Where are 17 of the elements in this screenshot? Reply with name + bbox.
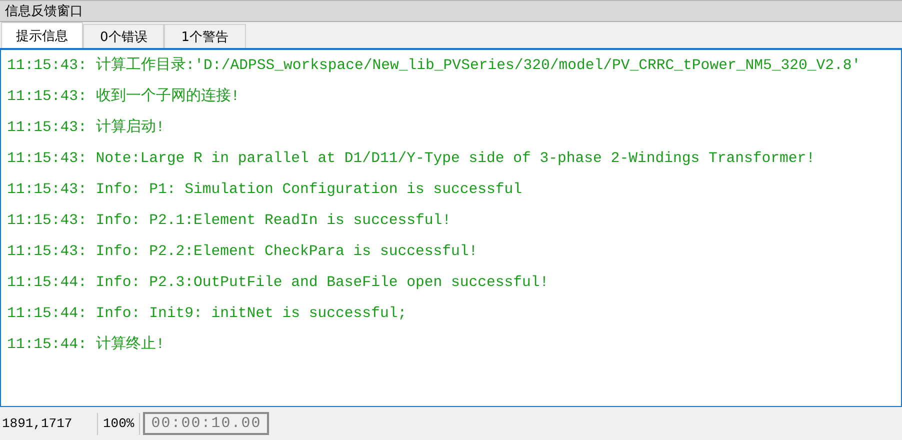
log-line: 11:15:44: Info: P2.3:OutPutFile and BaseFile open successful! [7, 274, 549, 293]
zoom-text: 100% [98, 412, 140, 434]
tab[interactable]: 0个错误 [83, 24, 164, 48]
timer-display: 00:00:10.00 [143, 412, 270, 435]
log-line: 11:15:43: 计算工作目录:'D:/ADPSS_workspace/New_lib_PVSeries/320/model/PV_CRRC_tPower_NM5_320_V2.8' [7, 56, 861, 76]
tab[interactable]: 提示信息 [1, 22, 83, 48]
log-line: 11:15:43: Info: P1: Simulation Configuration is successful [7, 181, 522, 200]
log-line: 11:15:44: Info: Init9: initNet is successful; [7, 305, 407, 324]
coordinates-text: 1891,1717 [0, 412, 98, 434]
window-title: 信息反馈窗口 [5, 3, 83, 20]
log-line: 11:15:43: Note:Large R in parallel at D1/D11/Y-Type side of 3-phase 2-Windings Transformer! [7, 150, 816, 169]
tab[interactable]: 1个警告 [164, 24, 246, 48]
log-line: 11:15:43: Info: P2.1:Element ReadIn is successful! [7, 212, 451, 231]
log-line: 11:15:43: 计算启动! [7, 117, 165, 138]
log-line: 11:15:43: 收到一个子网的连接! [7, 86, 240, 107]
log-line: 11:15:43: Info: P2.2:Element CheckPara is successful! [7, 243, 478, 262]
log-line: 11:15:44: 计算终止! [7, 334, 165, 355]
